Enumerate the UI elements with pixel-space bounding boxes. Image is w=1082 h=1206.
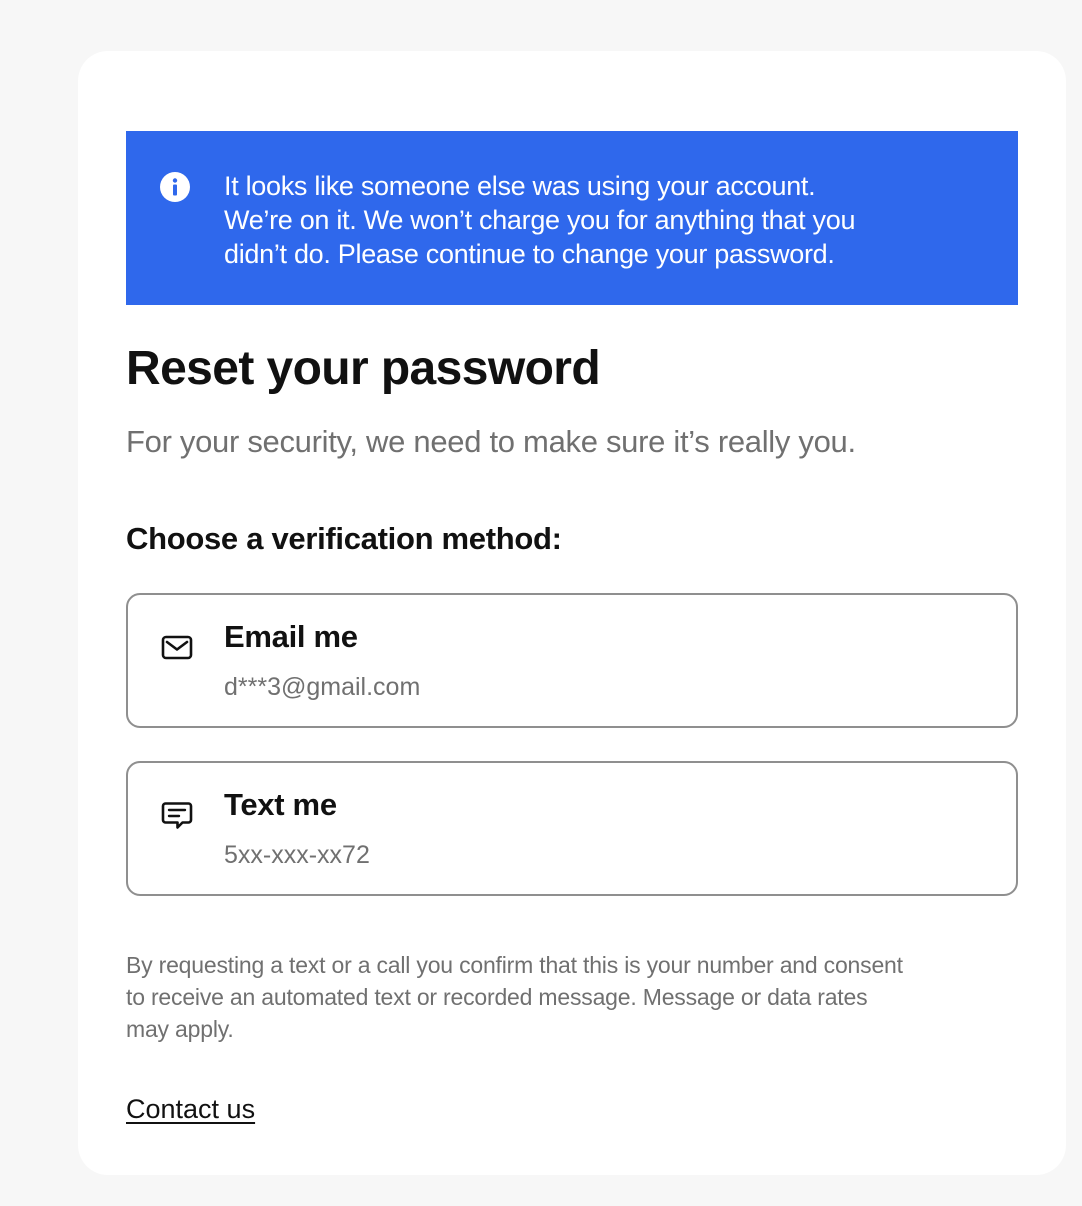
chat-message-icon — [161, 802, 193, 829]
page-subtitle: For your security, we need to make sure … — [126, 424, 856, 459]
reset-password-card: It looks like someone else was using you… — [78, 51, 1066, 1175]
envelope-icon — [161, 635, 193, 660]
page-title: Reset your password — [126, 342, 601, 395]
option-detail: d***3@gmail.com — [224, 673, 421, 701]
banner-text-line: didn’t do. Please continue to change you… — [224, 239, 835, 269]
email-me-option[interactable]: Email me d***3@gmail.com — [126, 593, 1018, 728]
contact-us-link[interactable]: Contact us — [126, 1091, 255, 1127]
consent-disclaimer: By requesting a text or a call you confi… — [126, 949, 1026, 1045]
banner-text-line: It looks like someone else was using you… — [224, 171, 816, 201]
banner-text-line: We’re on it. We won’t charge you for any… — [224, 205, 856, 235]
disclaimer-line: to receive an automated text or recorded… — [126, 984, 868, 1010]
option-label: Email me — [224, 619, 358, 654]
disclaimer-line: may apply. — [126, 1016, 234, 1042]
info-icon — [160, 172, 190, 202]
text-me-option[interactable]: Text me 5xx-xxx-xx72 — [126, 761, 1018, 896]
option-label: Text me — [224, 787, 337, 822]
security-alert-banner: It looks like someone else was using you… — [126, 131, 1018, 305]
verification-method-heading: Choose a verification method: — [126, 521, 562, 556]
option-detail: 5xx-xxx-xx72 — [224, 841, 370, 869]
disclaimer-line: By requesting a text or a call you confi… — [126, 952, 903, 978]
